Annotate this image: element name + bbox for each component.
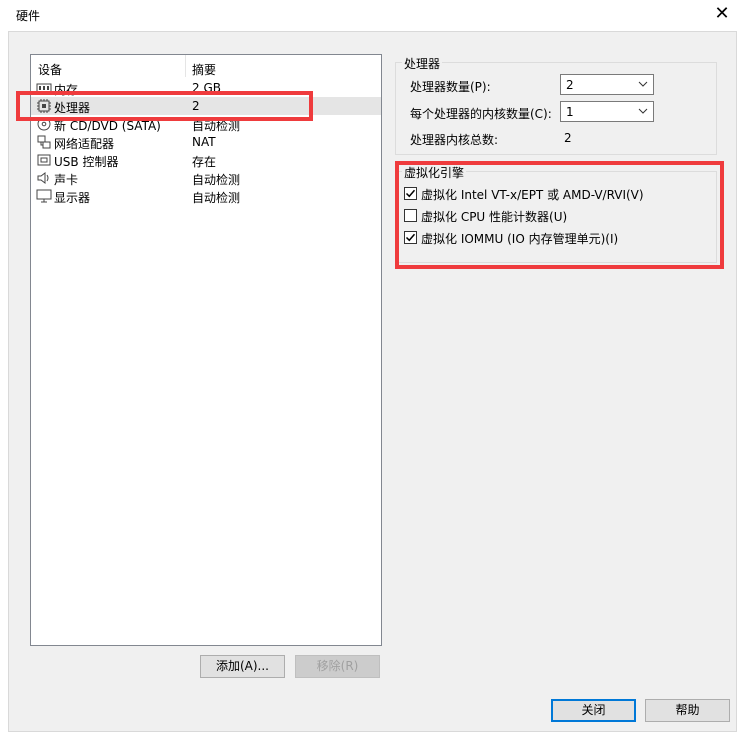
device-summary: 自动检测 bbox=[192, 173, 241, 187]
memory-icon bbox=[36, 81, 52, 95]
cd-dvd-icon bbox=[36, 117, 52, 131]
device-name: 显示器 bbox=[54, 191, 91, 205]
total-cores-label: 处理器内核总数: bbox=[410, 133, 499, 147]
device-summary: NAT bbox=[192, 135, 216, 149]
cores-per-processor-value: 1 bbox=[566, 105, 574, 119]
processor-count-label: 处理器数量(P): bbox=[410, 80, 491, 94]
device-summary: 自动检测 bbox=[192, 191, 241, 205]
chevron-down-icon bbox=[637, 77, 649, 91]
total-cores-value: 2 bbox=[564, 131, 572, 145]
device-summary: 2 GB bbox=[192, 81, 221, 95]
network-adapter-icon bbox=[36, 135, 52, 149]
device-name: USB 控制器 bbox=[54, 155, 119, 169]
close-icon[interactable]: ✕ bbox=[713, 4, 731, 24]
processor-group-title: 处理器 bbox=[402, 55, 443, 72]
device-summary: 存在 bbox=[192, 155, 217, 169]
virtualization-group-title: 虚拟化引擎 bbox=[402, 164, 467, 181]
chevron-down-icon bbox=[637, 104, 649, 118]
remove-button[interactable]: 移除(R) bbox=[295, 655, 380, 678]
help-button[interactable]: 帮助 bbox=[645, 699, 730, 722]
device-row-processor[interactable]: 处理器 2 bbox=[31, 97, 381, 115]
column-separator[interactable] bbox=[185, 55, 186, 77]
window-title: 硬件 bbox=[16, 9, 41, 23]
dialog-client: 设备 摘要 内存 2 GB 处理器 2 新 CD/DVD (SATA) 自动检测 bbox=[8, 31, 737, 732]
device-row-network-adapter[interactable]: 网络适配器 NAT bbox=[31, 133, 381, 151]
title-bar: 硬件 ✕ bbox=[0, 0, 745, 30]
processor-group: 处理器 处理器数量(P): 2 每个处理器的内核数量(C): 1 处理器内核总数… bbox=[395, 55, 717, 155]
iommu-checkbox[interactable] bbox=[404, 231, 417, 244]
processor-count-select[interactable]: 2 bbox=[560, 74, 654, 95]
device-row-memory[interactable]: 内存 2 GB bbox=[31, 79, 381, 97]
device-list-header: 设备 摘要 bbox=[31, 55, 381, 78]
display-icon bbox=[36, 189, 52, 203]
device-row-display[interactable]: 显示器 自动检测 bbox=[31, 187, 381, 205]
device-row-usb[interactable]: USB 控制器 存在 bbox=[31, 151, 381, 169]
processor-icon bbox=[36, 99, 52, 113]
device-row-sound-card[interactable]: 声卡 自动检测 bbox=[31, 169, 381, 187]
device-summary: 2 bbox=[192, 99, 200, 113]
cpu-perf-counters-checkbox[interactable] bbox=[404, 209, 417, 222]
vtx-ept-label: 虚拟化 Intel VT-x/EPT 或 AMD-V/RVI(V) bbox=[421, 188, 644, 202]
usb-icon bbox=[36, 153, 52, 167]
column-header-summary[interactable]: 摘要 bbox=[192, 61, 216, 78]
device-name: 声卡 bbox=[54, 173, 79, 187]
device-name: 新 CD/DVD (SATA) bbox=[54, 119, 161, 133]
cpu-perf-counters-label: 虚拟化 CPU 性能计数器(U) bbox=[421, 210, 568, 224]
add-button[interactable]: 添加(A)... bbox=[200, 655, 285, 678]
processor-count-value: 2 bbox=[566, 78, 574, 92]
device-summary: 自动检测 bbox=[192, 119, 241, 133]
device-name: 网络适配器 bbox=[54, 137, 115, 151]
device-name: 内存 bbox=[54, 83, 79, 97]
device-row-cd-dvd[interactable]: 新 CD/DVD (SATA) 自动检测 bbox=[31, 115, 381, 133]
column-header-device[interactable]: 设备 bbox=[38, 61, 62, 78]
device-name: 处理器 bbox=[54, 101, 91, 115]
vtx-ept-checkbox[interactable] bbox=[404, 187, 417, 200]
close-button[interactable]: 关闭 bbox=[551, 699, 636, 722]
virtualization-group: 虚拟化引擎 虚拟化 Intel VT-x/EPT 或 AMD-V/RVI(V) … bbox=[395, 164, 717, 263]
sound-card-icon bbox=[36, 171, 52, 185]
device-list: 设备 摘要 内存 2 GB 处理器 2 新 CD/DVD (SATA) 自动检测 bbox=[30, 54, 382, 646]
cores-per-processor-label: 每个处理器的内核数量(C): bbox=[410, 107, 552, 121]
cores-per-processor-select[interactable]: 1 bbox=[560, 101, 654, 122]
iommu-label: 虚拟化 IOMMU (IO 内存管理单元)(I) bbox=[421, 232, 619, 246]
